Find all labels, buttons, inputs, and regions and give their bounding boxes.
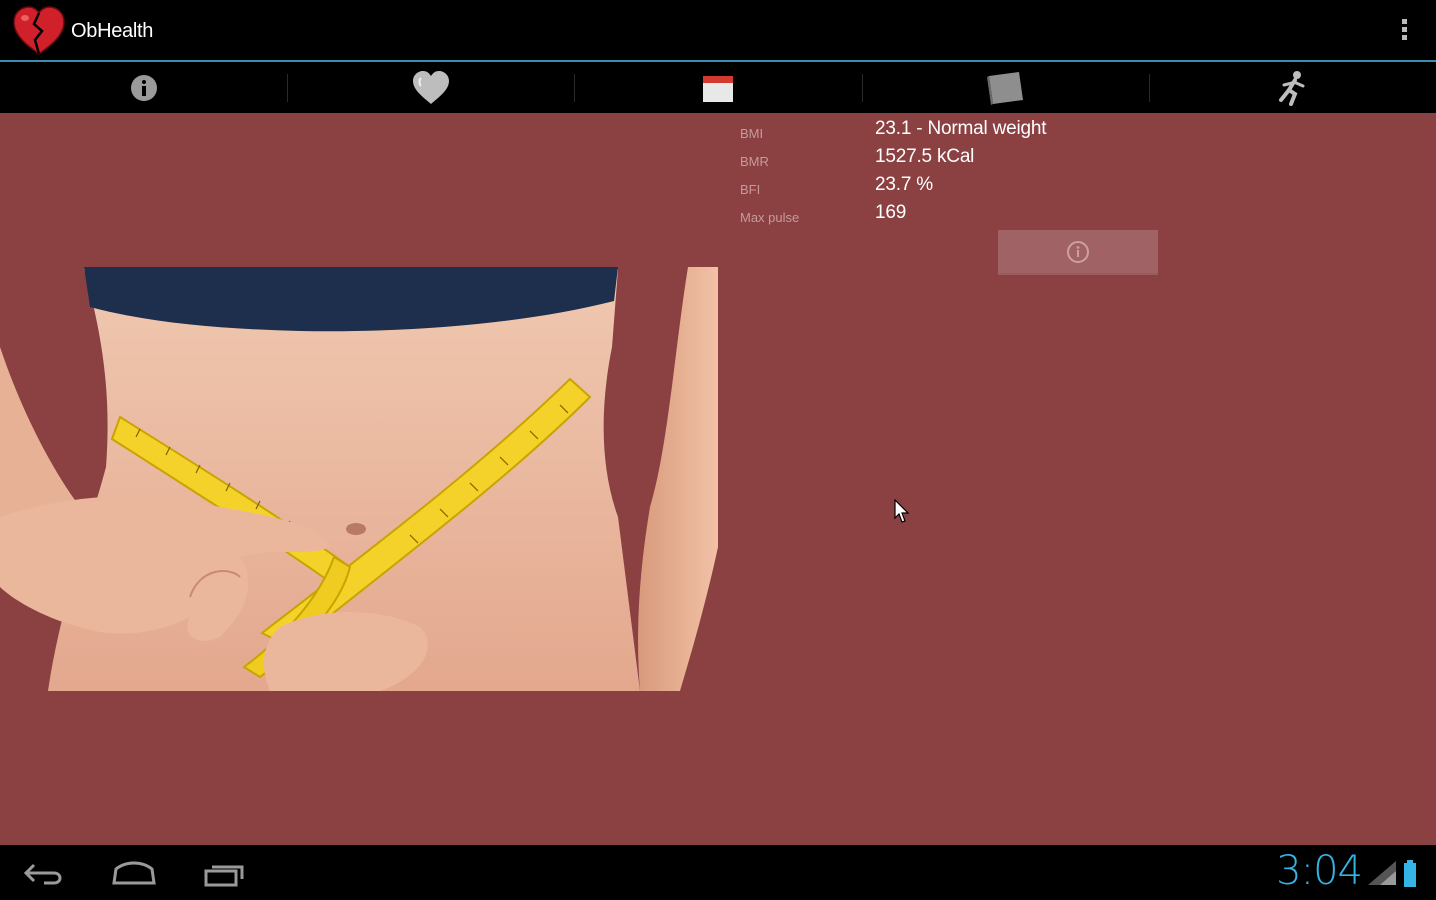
stat-row-max-pulse: Max pulse 169 xyxy=(740,201,1240,229)
bmr-value: 1527.5 kCal xyxy=(875,146,975,167)
stats-panel: BMI 23.1 - Normal weight BMR 1527.5 kCal… xyxy=(740,117,1240,229)
tab-bar xyxy=(0,62,1436,113)
signal-icon xyxy=(1368,861,1396,885)
navigation-bar: 3:04 xyxy=(0,845,1436,900)
broken-heart-icon[interactable] xyxy=(10,4,68,58)
info-icon xyxy=(130,74,157,101)
info-button[interactable] xyxy=(998,230,1158,275)
max-pulse-value: 169 xyxy=(875,202,907,223)
stat-row-bmi: BMI 23.1 - Normal weight xyxy=(740,117,1240,145)
back-icon[interactable] xyxy=(16,855,72,891)
stat-row-bfi: BFI 23.7 % xyxy=(740,173,1240,201)
notebook-icon xyxy=(987,71,1024,105)
info-circle-icon xyxy=(1067,240,1089,263)
tab-calendar[interactable] xyxy=(574,62,861,113)
tab-running[interactable] xyxy=(1148,62,1436,113)
stat-row-bmr: BMR 1527.5 kCal xyxy=(740,145,1240,173)
tab-heart[interactable] xyxy=(287,62,574,113)
app-window: ObHealth BMI 23.1 - Normal weight BMR 15… xyxy=(0,0,1436,900)
bmi-value: 23.1 - Normal weight xyxy=(875,118,1047,139)
app-title: ObHealth xyxy=(71,20,154,42)
status-clock: 3:04 xyxy=(1276,848,1363,894)
max-pulse-label: Max pulse xyxy=(740,210,800,225)
bmi-label: BMI xyxy=(740,126,764,141)
tab-info[interactable] xyxy=(0,62,287,113)
bfi-value: 23.7 % xyxy=(875,174,933,195)
battery-icon xyxy=(1404,860,1416,887)
home-icon[interactable] xyxy=(106,855,162,891)
waist-measuring-tape-photo xyxy=(0,267,718,691)
action-bar: ObHealth xyxy=(0,0,1436,62)
heart-icon xyxy=(412,70,449,104)
recent-apps-icon[interactable] xyxy=(196,855,252,891)
status-icons xyxy=(1368,860,1416,887)
bfi-label: BFI xyxy=(740,182,761,197)
bmr-label: BMR xyxy=(740,154,769,169)
tab-notebook[interactable] xyxy=(861,62,1149,113)
running-man-icon xyxy=(1279,70,1305,106)
calendar-icon xyxy=(703,75,733,102)
mouse-cursor-icon xyxy=(894,499,910,523)
overflow-menu-icon[interactable] xyxy=(1396,16,1412,46)
content-area: BMI 23.1 - Normal weight BMR 1527.5 kCal… xyxy=(0,113,1436,845)
